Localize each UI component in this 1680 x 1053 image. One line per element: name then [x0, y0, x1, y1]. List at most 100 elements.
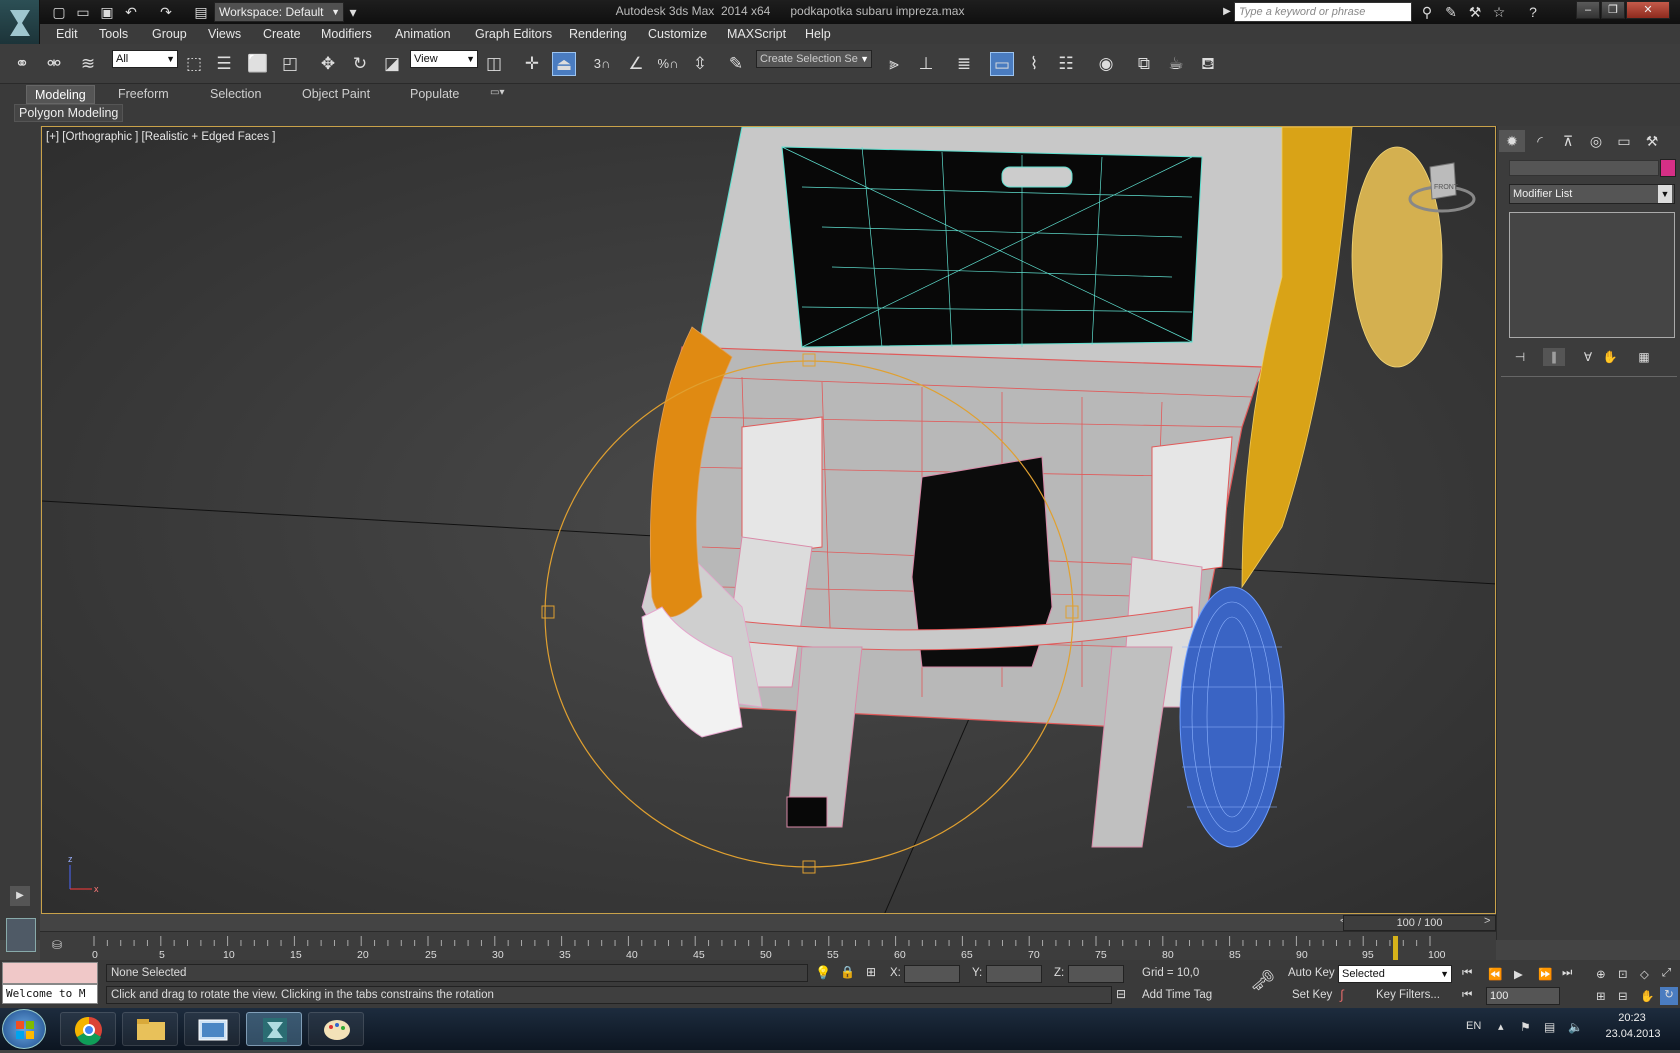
viewport-orthographic[interactable]: FRONT z x [+] [Orthographic ] [Realistic… — [41, 126, 1496, 914]
taskbar-3dsmax[interactable] — [246, 1012, 302, 1046]
absolute-mode-icon[interactable]: ⊞ — [866, 965, 876, 979]
material-editor-icon[interactable]: ◉ — [1094, 52, 1118, 76]
next-frame-arrow-icon[interactable]: > — [1484, 915, 1490, 927]
key-filters-button[interactable]: Key Filters... — [1376, 989, 1440, 1001]
tab-populate[interactable]: Populate — [410, 87, 459, 101]
auto-key-button[interactable]: Auto Key — [1288, 967, 1335, 979]
display-tab-icon[interactable]: ▭ — [1611, 130, 1637, 152]
zoom-region-icon[interactable]: ⊡ — [1618, 967, 1628, 981]
select-and-link-icon[interactable]: ⚭ — [10, 52, 34, 76]
network-icon[interactable]: ▤ — [1544, 1020, 1555, 1034]
curve-editor-icon[interactable]: ⌇ — [1022, 52, 1046, 76]
zoom-icon[interactable]: ⊟ — [1618, 989, 1628, 1003]
rectangular-selection-icon[interactable]: ⬜ — [246, 52, 270, 76]
ribbon-options-icon[interactable]: ▭▾ — [490, 87, 504, 98]
zoom-extents-icon[interactable]: ⊕ — [1596, 967, 1606, 981]
pan-icon[interactable]: ⊞ — [1596, 989, 1606, 1003]
pin-stack-icon[interactable]: ⊣ — [1509, 348, 1531, 366]
object-color-swatch[interactable] — [1660, 159, 1676, 177]
make-unique-icon[interactable]: ∀ — [1577, 348, 1599, 366]
maxscript-mini-listener[interactable]: Welcome to M — [2, 984, 98, 1004]
minimize-button[interactable]: – — [1576, 1, 1600, 19]
set-key-icon[interactable]: 🗝 — [1250, 968, 1275, 993]
taskbar-paint[interactable] — [308, 1012, 364, 1046]
set-key-button[interactable]: Set Key — [1292, 989, 1332, 1001]
go-to-end-icon[interactable]: ⏭ — [1562, 967, 1572, 980]
play-icon[interactable]: ▶ — [1514, 967, 1523, 981]
select-and-scale-icon[interactable]: ◪ — [380, 52, 404, 76]
expand-viewport-arrow-icon[interactable]: ▶ — [10, 886, 30, 906]
menu-modifiers[interactable]: Modifiers — [321, 27, 372, 41]
percent-snap-icon[interactable]: %∩ — [656, 52, 680, 76]
key-mode-toggle-icon[interactable]: ⏮ — [1462, 989, 1472, 1002]
taskbar-chrome[interactable] — [60, 1012, 116, 1046]
tab-selection[interactable]: Selection — [210, 87, 261, 101]
previous-frame-icon[interactable]: ⏪ — [1488, 967, 1502, 981]
orbit-icon[interactable]: ↻ — [1660, 987, 1678, 1005]
align-icon[interactable]: ⊥ — [914, 52, 938, 76]
go-to-start-icon[interactable]: ⏮ — [1462, 967, 1472, 980]
select-and-rotate-icon[interactable]: ↻ — [348, 52, 372, 76]
spinner-snap-icon[interactable]: ⇳ — [688, 52, 712, 76]
create-tab-icon[interactable]: ✹ — [1499, 130, 1525, 152]
layer-manager-icon[interactable]: ≣ — [952, 52, 976, 76]
track-bar[interactable]: ⛁ 0 5 10 15 20 25 30 35 40 45 50 55 60 6… — [40, 931, 1496, 961]
render-production-icon[interactable]: ⛾ — [1196, 52, 1220, 76]
menu-help[interactable]: Help — [805, 27, 831, 41]
taskbar-photo-viewer[interactable] — [184, 1012, 240, 1046]
time-tag-icon[interactable]: ⊟ — [1116, 987, 1126, 1001]
time-slider[interactable]: 100 / 100 — [1343, 915, 1496, 931]
workspace-dropdown[interactable]: Workspace: Default ▼ — [214, 2, 344, 22]
redo-icon[interactable]: ↷ — [157, 3, 175, 21]
selection-filter-dropdown[interactable]: All ▼ — [112, 50, 178, 68]
menu-tools[interactable]: Tools — [99, 27, 128, 41]
show-end-result-icon[interactable]: ∥ — [1543, 348, 1565, 366]
save-icon[interactable]: ▣ — [98, 3, 116, 21]
open-file-icon[interactable]: ▭ — [74, 3, 92, 21]
favorites-star-icon[interactable]: ☆ — [1490, 3, 1508, 21]
tab-freeform[interactable]: Freeform — [118, 87, 169, 101]
isolate-selection-icon[interactable]: 💡 — [815, 965, 831, 981]
unlink-icon[interactable]: ⚮ — [42, 52, 66, 76]
project-folder-icon[interactable]: ▤ — [192, 3, 210, 21]
key-mode-dropdown[interactable]: Selected ▼ — [1338, 965, 1452, 983]
edit-named-selection-icon[interactable]: ✎ — [724, 52, 748, 76]
hierarchy-tab-icon[interactable]: ⊼ — [1555, 130, 1581, 152]
menu-maxscript[interactable]: MAXScript — [727, 27, 786, 41]
named-selection-set-dropdown[interactable]: Create Selection Se ▼ — [756, 50, 872, 68]
current-frame-field[interactable]: 100 — [1486, 987, 1560, 1005]
x-coordinate-field[interactable] — [904, 965, 960, 983]
app-logo[interactable] — [0, 0, 40, 50]
undo-icon[interactable]: ↶ — [122, 3, 140, 21]
search-input[interactable]: Type a keyword or phrase — [1234, 2, 1412, 22]
menu-rendering[interactable]: Rendering — [569, 27, 627, 41]
z-coordinate-field[interactable] — [1068, 965, 1124, 983]
action-center-flag-icon[interactable]: ⚑ — [1520, 1020, 1531, 1034]
hand-pan-icon[interactable]: ✋ — [1640, 989, 1654, 1003]
close-button[interactable]: ✕ — [1626, 1, 1670, 19]
communication-center-icon[interactable]: ⚒ — [1466, 3, 1484, 21]
select-by-name-icon[interactable]: ☰ — [212, 52, 236, 76]
next-frame-icon[interactable]: ⏩ — [1538, 967, 1552, 981]
menu-graph-editors[interactable]: Graph Editors — [475, 27, 552, 41]
utilities-tab-icon[interactable]: ⚒ — [1639, 130, 1665, 152]
curve-editor-mini-icon[interactable]: ⛁ — [52, 938, 72, 954]
reference-coordinate-dropdown[interactable]: View ▼ — [410, 50, 478, 68]
graphite-toggle-icon[interactable]: ▭ — [990, 52, 1014, 76]
schematic-view-icon[interactable]: ☷ — [1054, 52, 1078, 76]
maximize-viewport-icon[interactable]: ⤢ — [1662, 967, 1671, 980]
subscription-key-icon[interactable]: ✎ — [1442, 3, 1460, 21]
object-name-field[interactable] — [1509, 160, 1659, 176]
motion-tab-icon[interactable]: ◎ — [1583, 130, 1609, 152]
clock-time[interactable]: 20:23 — [1604, 1012, 1660, 1024]
menu-group[interactable]: Group — [152, 27, 187, 41]
add-time-tag-button[interactable]: Add Time Tag — [1142, 989, 1212, 1001]
taskbar-explorer[interactable] — [122, 1012, 178, 1046]
binoculars-icon[interactable]: ⚲ — [1418, 3, 1436, 21]
new-file-icon[interactable]: ▢ — [50, 3, 68, 21]
tab-modeling[interactable]: Modeling — [26, 85, 95, 104]
snaps-toggle-icon[interactable]: 3∩ — [590, 52, 614, 76]
viewport-label[interactable]: [+] [Orthographic ] [Realistic + Edged F… — [46, 131, 275, 143]
selection-lock-icon[interactable]: 🔒 — [840, 965, 855, 979]
tab-object-paint[interactable]: Object Paint — [302, 87, 370, 101]
